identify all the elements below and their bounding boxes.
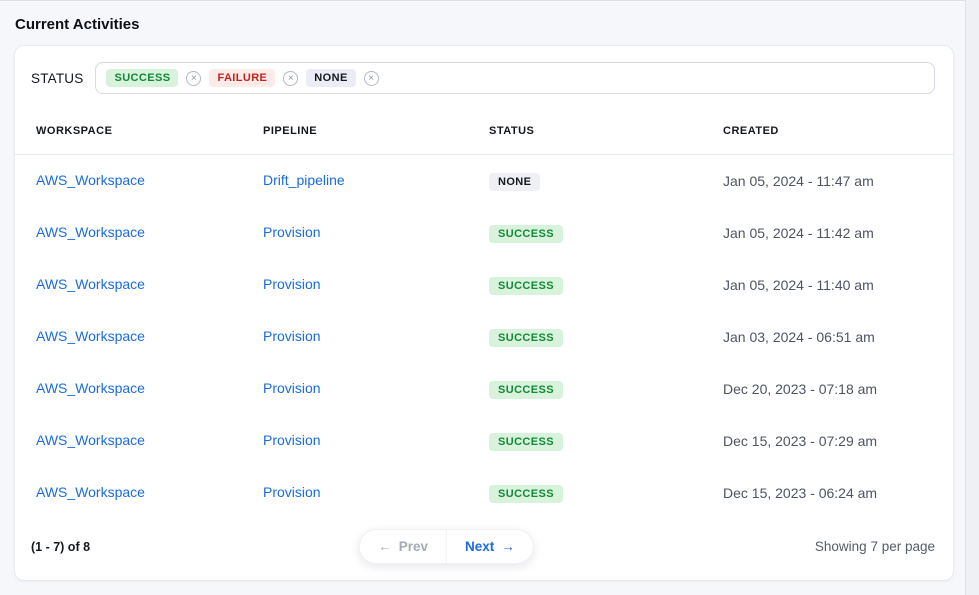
created-timestamp: Dec 15, 2023 - 07:29 am	[723, 433, 953, 449]
created-timestamp: Jan 05, 2024 - 11:47 am	[723, 173, 953, 189]
workspace-link[interactable]: AWS_Workspace	[36, 276, 145, 292]
prev-button-label: Prev	[399, 539, 428, 554]
status-badge: SUCCESS	[489, 329, 563, 347]
table-row: AWS_Workspace Provision SUCCESS Dec 15, …	[15, 415, 953, 467]
activities-card: STATUS SUCCESS × FAILURE × NONE × WORKSP…	[14, 45, 954, 581]
remove-chip-icon[interactable]: ×	[283, 71, 298, 86]
pipeline-link[interactable]: Provision	[263, 276, 321, 292]
page-title: Current Activities	[0, 1, 965, 45]
pipeline-link[interactable]: Provision	[263, 224, 321, 240]
pipeline-link[interactable]: Provision	[263, 328, 321, 344]
created-timestamp: Jan 05, 2024 - 11:42 am	[723, 225, 953, 241]
next-arrow-icon: →	[501, 539, 515, 554]
table-header-row: WORKSPACE PIPELINE STATUS CREATED	[15, 108, 953, 155]
next-button-label: Next	[465, 539, 494, 554]
status-filter-label: STATUS	[31, 71, 83, 86]
result-range-text: (1 - 7) of 8	[31, 540, 90, 554]
filter-chips: SUCCESS × FAILURE × NONE ×	[106, 69, 378, 87]
per-page-text: Showing 7 per page	[815, 539, 935, 554]
workspace-link[interactable]: AWS_Workspace	[36, 172, 145, 188]
column-header-workspace: WORKSPACE	[36, 125, 263, 137]
remove-chip-icon[interactable]: ×	[364, 71, 379, 86]
column-header-created: CREATED	[723, 125, 953, 137]
table-body: AWS_Workspace Drift_pipeline NONE Jan 05…	[15, 155, 953, 519]
prev-button[interactable]: ← Prev	[360, 530, 446, 563]
table-row: AWS_Workspace Provision SUCCESS Dec 15, …	[15, 467, 953, 519]
column-header-pipeline: PIPELINE	[263, 125, 489, 137]
table-row: AWS_Workspace Provision SUCCESS Jan 03, …	[15, 311, 953, 363]
workspace-link[interactable]: AWS_Workspace	[36, 484, 145, 500]
workspace-link[interactable]: AWS_Workspace	[36, 380, 145, 396]
status-filter-row: STATUS SUCCESS × FAILURE × NONE ×	[15, 46, 953, 108]
status-badge: SUCCESS	[489, 433, 563, 451]
next-button[interactable]: Next →	[446, 530, 533, 563]
pagination-footer: (1 - 7) of 8 ← Prev Next → Showing 7 per…	[15, 519, 953, 580]
status-badge: SUCCESS	[489, 485, 563, 503]
remove-chip-icon[interactable]: ×	[186, 71, 201, 86]
table-row: AWS_Workspace Provision SUCCESS Jan 05, …	[15, 207, 953, 259]
workspace-link[interactable]: AWS_Workspace	[36, 328, 145, 344]
created-timestamp: Jan 05, 2024 - 11:40 am	[723, 277, 953, 293]
status-badge: SUCCESS	[489, 225, 563, 243]
created-timestamp: Dec 15, 2023 - 06:24 am	[723, 485, 953, 501]
status-chip: FAILURE	[209, 69, 275, 87]
prev-arrow-icon: ←	[378, 539, 392, 554]
workspace-link[interactable]: AWS_Workspace	[36, 224, 145, 240]
table-row: AWS_Workspace Provision SUCCESS Dec 20, …	[15, 363, 953, 415]
pipeline-link[interactable]: Drift_pipeline	[263, 172, 345, 188]
status-badge: NONE	[489, 173, 540, 191]
pipeline-link[interactable]: Provision	[263, 432, 321, 448]
created-timestamp: Dec 20, 2023 - 07:18 am	[723, 381, 953, 397]
workspace-link[interactable]: AWS_Workspace	[36, 432, 145, 448]
pipeline-link[interactable]: Provision	[263, 484, 321, 500]
current-activities-panel: Current Activities STATUS SUCCESS × FAIL…	[0, 0, 966, 595]
status-chip: NONE	[306, 69, 355, 87]
status-chip: SUCCESS	[106, 69, 178, 87]
pager: ← Prev Next →	[359, 529, 534, 564]
status-badge: SUCCESS	[489, 277, 563, 295]
table-row: AWS_Workspace Provision SUCCESS Jan 05, …	[15, 259, 953, 311]
status-filter-input[interactable]: SUCCESS × FAILURE × NONE ×	[95, 62, 935, 94]
table-row: AWS_Workspace Drift_pipeline NONE Jan 05…	[15, 155, 953, 207]
pipeline-link[interactable]: Provision	[263, 380, 321, 396]
column-header-status: STATUS	[489, 125, 723, 137]
created-timestamp: Jan 03, 2024 - 06:51 am	[723, 329, 953, 345]
status-badge: SUCCESS	[489, 381, 563, 399]
